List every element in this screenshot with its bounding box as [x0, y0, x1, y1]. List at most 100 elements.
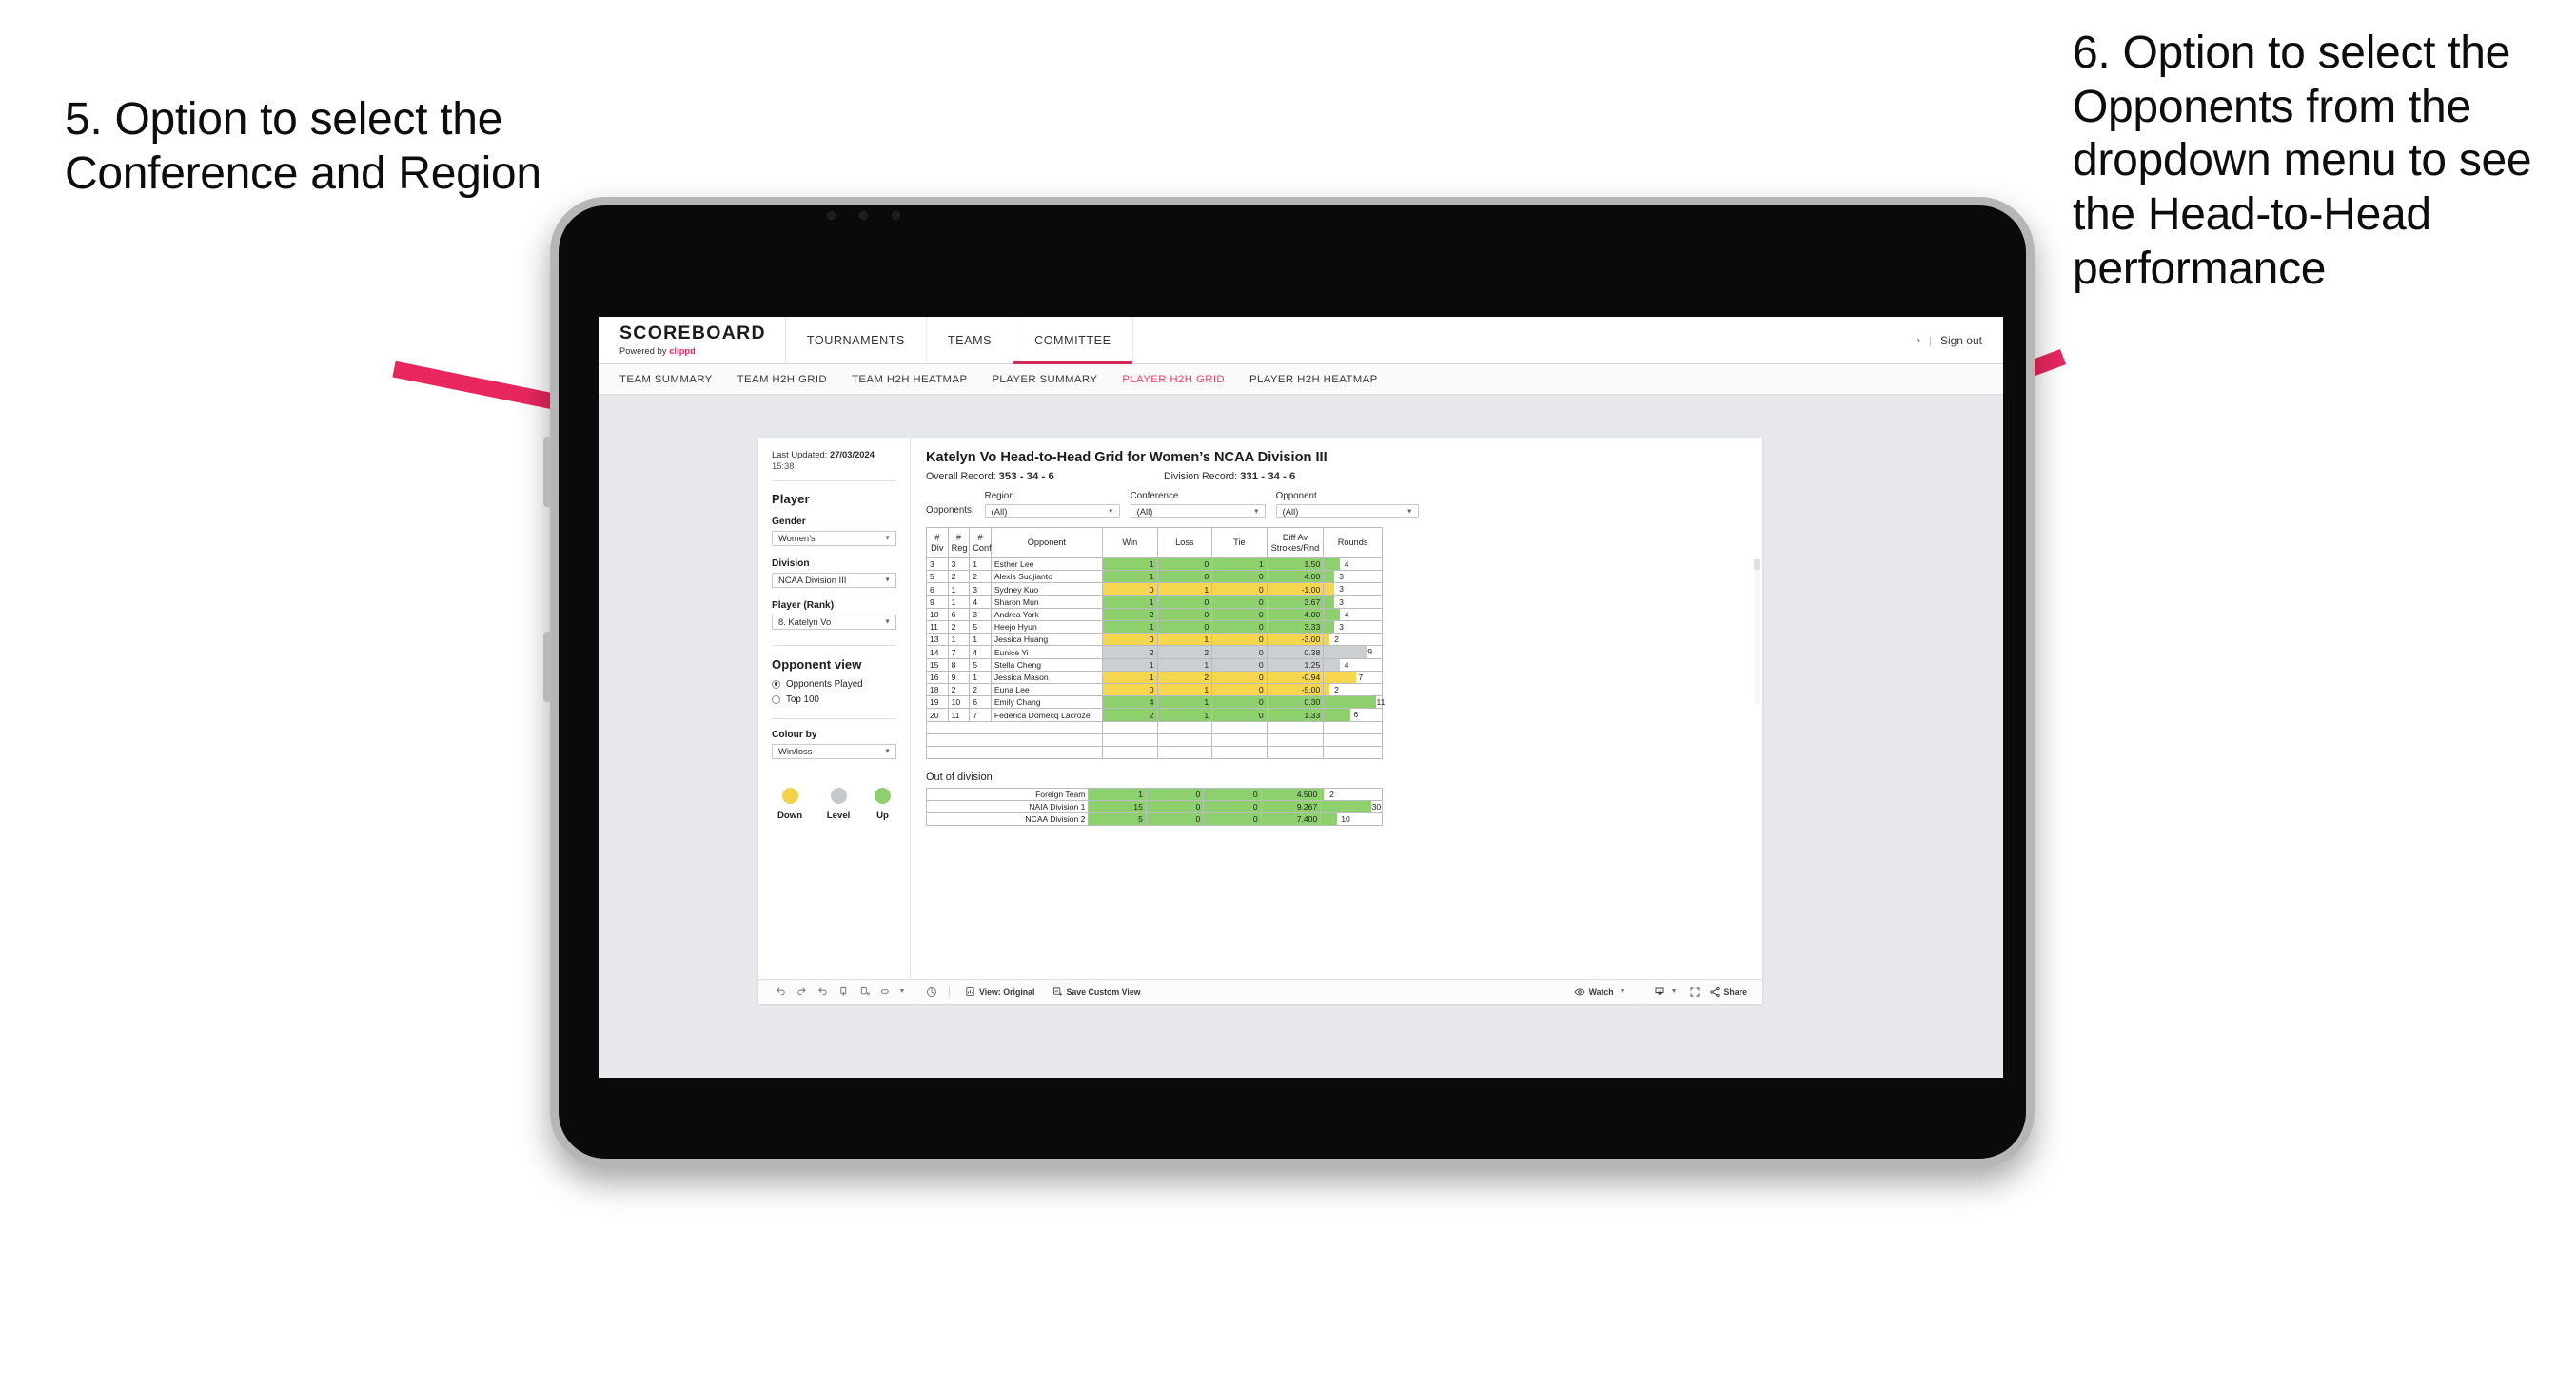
table-row[interactable]: 15 8 5 Stella Cheng 1 1 0 1.25 4	[926, 657, 1383, 672]
cell-win: 1	[1088, 787, 1147, 801]
view-original-button[interactable]: View: Original	[956, 986, 1044, 997]
rounds-bar	[1324, 608, 1341, 621]
last-updated-time: 15:38	[772, 459, 795, 471]
rounds-bar	[1324, 634, 1329, 646]
nav-committee[interactable]: COMMITTEE	[1013, 317, 1133, 364]
pause-auto-updates-icon[interactable]	[854, 986, 875, 997]
rounds-value: 9	[1367, 647, 1372, 657]
empty-cell	[1323, 745, 1383, 759]
table-row[interactable]: 10 6 3 Andrea York 2 0 0 4.00 4	[926, 607, 1383, 622]
cell-opponent: Euna Lee	[990, 683, 1104, 697]
cell-div: 3	[926, 556, 949, 572]
radio-opponents-played[interactable]: Opponents Played	[772, 679, 896, 690]
cell-opponent: Sharon Mun	[990, 595, 1104, 609]
cell-reg: 9	[947, 670, 971, 685]
table-row[interactable]: 5 2 2 Alexis Sudjianto 1 0 0 4.00 3	[926, 570, 1383, 584]
cell-conf: 3	[969, 607, 992, 622]
legend-item-down: Down	[777, 787, 802, 821]
refresh-data-icon[interactable]	[833, 986, 854, 997]
table-row[interactable]: NCAA Division 2 5 0 0 7.400 10	[925, 812, 1383, 827]
grid-scrollbar-thumb[interactable]	[1754, 559, 1760, 570]
sidebar-divider	[772, 717, 896, 719]
table-row[interactable]: 13 1 1 Jessica Huang 0 1 0 -3.00 2	[926, 633, 1383, 647]
table-row[interactable]: 19 10 6 Emily Chang 4 1 0 0.30 11	[926, 695, 1386, 710]
share-button[interactable]: Share	[1707, 986, 1751, 998]
conference-select[interactable]: (All) ▼	[1130, 504, 1266, 518]
table-row[interactable]: 18 2 2 Euna Lee 0 1 0 -5.00 2	[926, 683, 1383, 697]
nav-teams[interactable]: TEAMS	[927, 317, 1014, 363]
cell-tie: 0	[1211, 633, 1268, 647]
secondary-nav: TEAM SUMMARY TEAM H2H GRID TEAM H2H HEAT…	[599, 364, 2003, 395]
table-row[interactable]: 6 1 3 Sydney Kuo 0 1 0 -1.00 3	[926, 582, 1383, 596]
undo-icon[interactable]	[770, 986, 791, 997]
filter-conference: Conference (All) ▼	[1130, 491, 1266, 518]
cell-loss: 0	[1145, 799, 1205, 814]
col-tie: Tie	[1211, 527, 1268, 558]
nav-tournaments[interactable]: TOURNAMENTS	[786, 317, 927, 363]
gender-select[interactable]: Women’s ▼	[772, 530, 896, 546]
sidebar-divider	[772, 479, 896, 481]
table-row[interactable]: 3 3 1 Esther Lee 1 0 1 1.50 4	[926, 556, 1383, 572]
fullscreen-button[interactable]	[1682, 986, 1707, 998]
highlight-icon[interactable]	[875, 986, 895, 997]
cell-div: 16	[926, 670, 949, 685]
sign-out-link[interactable]: Sign out	[1940, 334, 1982, 347]
table-row[interactable]: 11 2 5 Heejo Hyun 1 0 0 3.33 3	[926, 620, 1383, 634]
conference-value: (All)	[1136, 506, 1153, 517]
table-row[interactable]: 14 7 4 Eunice Yi 2 2 0 0.38 9	[926, 645, 1383, 659]
cell-reg: 8	[947, 657, 971, 672]
radio-top-100[interactable]: Top 100	[772, 694, 896, 705]
player-rank-select[interactable]: 8. Katelyn Vo ▼	[772, 614, 896, 630]
subnav-player-h2h-heatmap[interactable]: PLAYER H2H HEATMAP	[1249, 374, 1403, 385]
grid-scrollbar[interactable]	[1754, 559, 1760, 704]
opponent-select[interactable]: (All) ▼	[1275, 504, 1419, 518]
table-row[interactable]: 16 9 1 Jessica Mason 1 2 0 -0.94 7	[926, 670, 1383, 685]
subnav-team-h2h-heatmap[interactable]: TEAM H2H HEATMAP	[852, 374, 992, 385]
col-diff-top: Diff Av	[1282, 533, 1308, 543]
toolbar-divider	[949, 986, 950, 998]
cell-reg: 1	[947, 595, 971, 609]
cell-loss: 0	[1156, 570, 1213, 584]
col-div-bottom: Div	[931, 542, 944, 553]
watch-button[interactable]: Watch ▼	[1565, 986, 1635, 998]
revert-icon[interactable]	[812, 986, 833, 997]
subnav-team-h2h-grid[interactable]: TEAM H2H GRID	[737, 374, 852, 385]
subnav-team-summary[interactable]: TEAM SUMMARY	[619, 374, 737, 385]
chevron-right-icon[interactable]: ›	[1917, 335, 1920, 346]
workbook-toolbar: ▼ View: Original Save Custom View Watch …	[758, 979, 1762, 1004]
rounds-value: 2	[1334, 634, 1339, 645]
table-row[interactable]: 20 11 7 Federica Domecq Lacroze 2 1 0 1.33 6	[926, 708, 1383, 722]
cell-loss: 0	[1156, 607, 1213, 622]
cell-tie: 1	[1211, 556, 1268, 572]
empty-cell	[926, 732, 1103, 747]
cell-div: 20	[926, 708, 949, 722]
division-select[interactable]: NCAA Division III ▼	[772, 572, 896, 588]
filters-sidebar: Last Updated: 27/03/2024 15:38 Player Ge…	[758, 438, 911, 979]
brand-logo[interactable]: SCOREBOARD Powered by clippd	[599, 317, 786, 363]
cell-opponent: Heejo Hyun	[990, 620, 1104, 634]
colour-by-select[interactable]: Win/loss ▼	[772, 743, 896, 759]
cell-loss: 0	[1145, 812, 1205, 827]
rounds-value: 11	[1376, 697, 1386, 708]
save-custom-view-button[interactable]: Save Custom View	[1044, 986, 1150, 997]
table-row[interactable]: NAIA Division 1 15 0 0 9.267 30	[925, 799, 1383, 814]
subnav-player-h2h-grid[interactable]: PLAYER H2H GRID	[1122, 374, 1249, 385]
table-row-empty	[926, 732, 1383, 747]
table-row[interactable]: 9 1 4 Sharon Mun 1 0 0 3.67 3	[926, 595, 1383, 609]
chevron-down-icon[interactable]: ▼	[895, 988, 907, 995]
rounds-bar	[1324, 646, 1367, 658]
legend-label-level: Level	[826, 810, 851, 821]
redo-icon[interactable]	[791, 986, 812, 997]
region-label: Region	[984, 491, 1014, 501]
region-select[interactable]: (All) ▼	[984, 504, 1120, 518]
show-me-icon[interactable]	[921, 986, 942, 998]
table-row[interactable]: Foreign Team 1 0 0 4.500 2	[925, 787, 1383, 801]
brand-tagline: Powered by clippd	[619, 346, 766, 356]
brand-name: SCOREBOARD	[619, 322, 766, 344]
subnav-player-summary[interactable]: PLAYER SUMMARY	[992, 374, 1122, 385]
cell-rounds: 2	[1323, 633, 1383, 647]
cell-tie: 0	[1203, 787, 1262, 801]
region-value: (All)	[991, 506, 1008, 517]
chevron-down-icon: ▼	[884, 535, 891, 541]
download-button[interactable]: ▼	[1649, 986, 1682, 998]
